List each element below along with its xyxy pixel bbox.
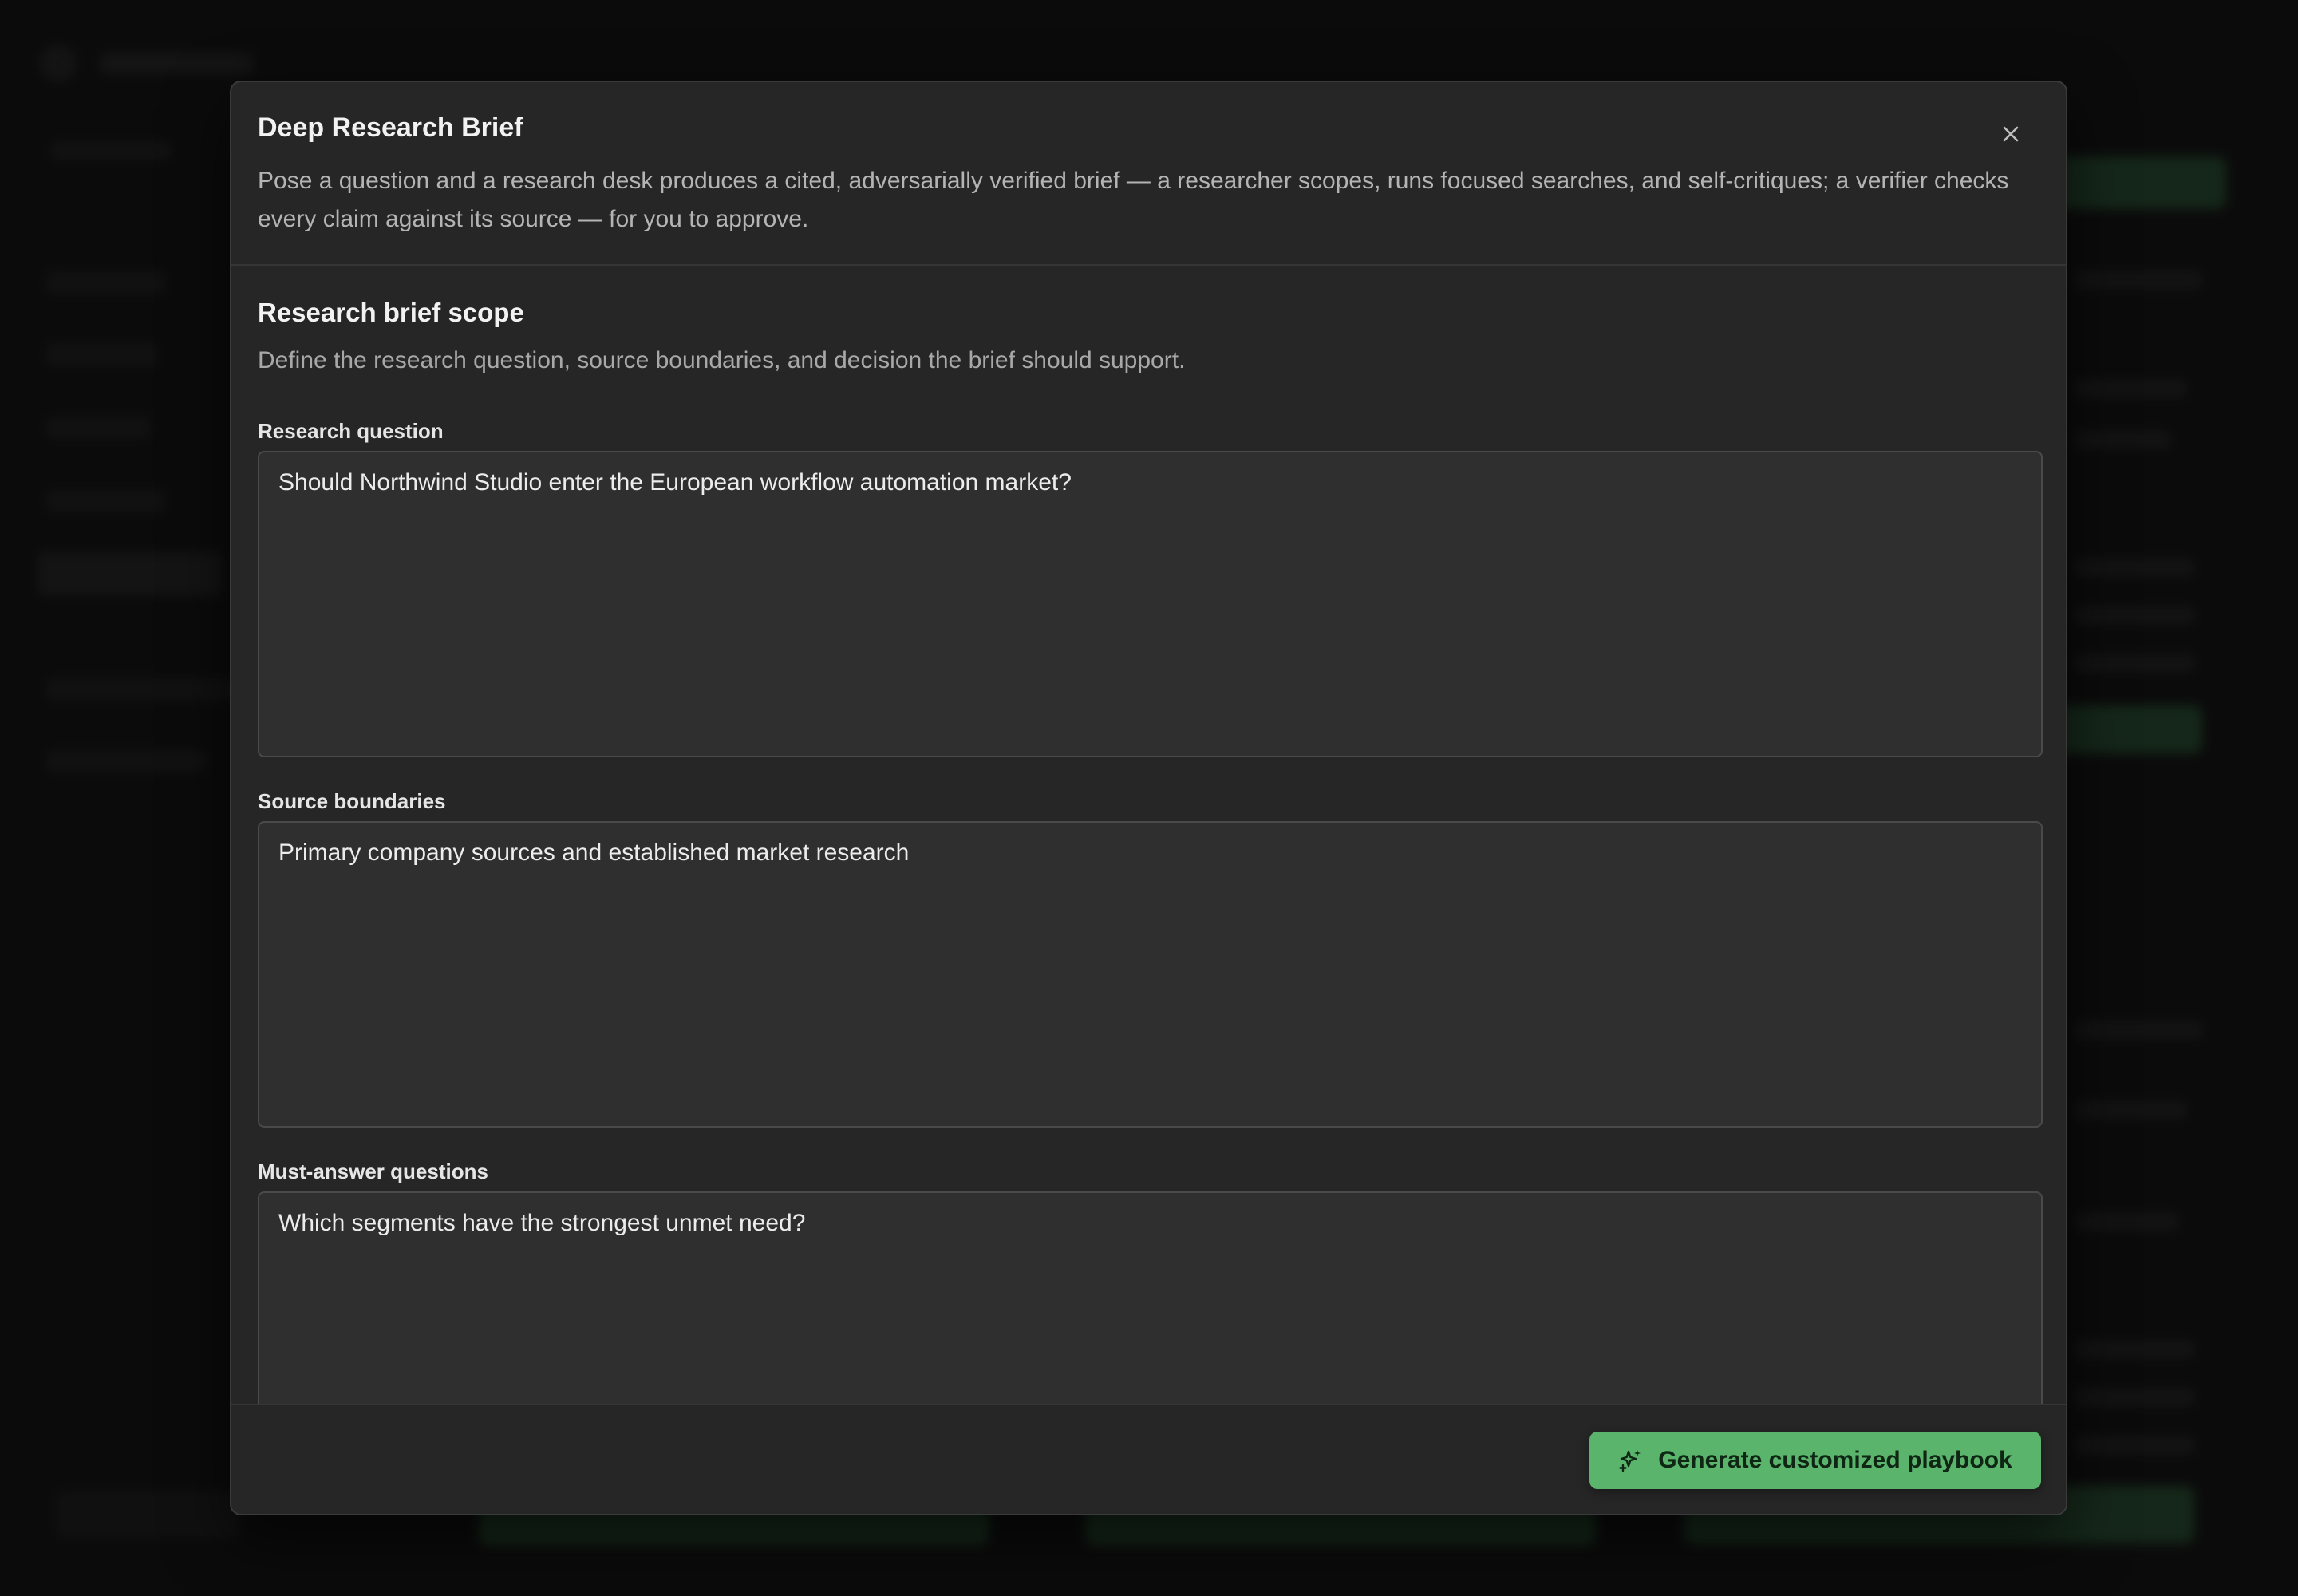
- section-title: Research brief scope: [258, 298, 524, 327]
- research-question-field[interactable]: Should Northwind Studio enter the Europe…: [258, 451, 2043, 757]
- dialog-footer: Generate customized playbook: [231, 1404, 2066, 1514]
- section-subtitle: Define the research question, source bou…: [258, 347, 1186, 373]
- generate-playbook-label: Generate customized playbook: [1658, 1447, 2012, 1473]
- must-answer-questions-label: Must-answer questions: [258, 1159, 488, 1183]
- dialog-title: Deep Research Brief: [258, 113, 523, 143]
- source-boundaries-label: Source boundaries: [258, 789, 446, 813]
- sparkles-icon: [1619, 1450, 1641, 1472]
- dialog-header: Deep Research Brief Pose a question and …: [231, 82, 2066, 266]
- generate-playbook-button[interactable]: Generate customized playbook: [1589, 1432, 2041, 1489]
- deep-research-brief-dialog: Deep Research Brief Pose a question and …: [230, 81, 2067, 1515]
- close-button[interactable]: [1994, 117, 2028, 151]
- dialog-description: Pose a question and a research desk prod…: [258, 168, 2009, 232]
- research-question-label: Research question: [258, 419, 444, 443]
- close-icon: [2003, 126, 2019, 142]
- source-boundaries-field[interactable]: Primary company sources and established …: [258, 821, 2043, 1128]
